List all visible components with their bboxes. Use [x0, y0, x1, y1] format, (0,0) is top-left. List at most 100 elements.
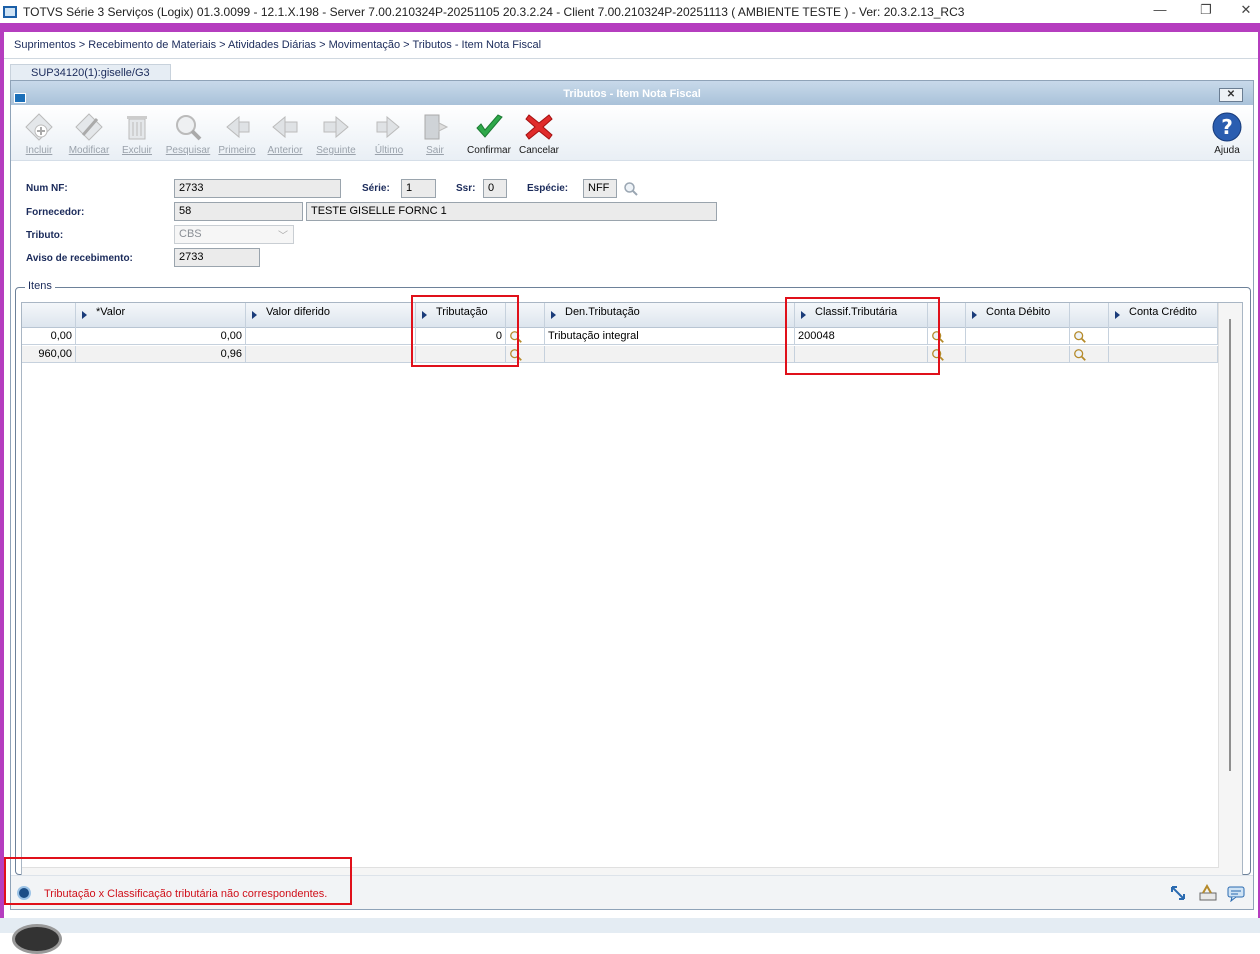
- ssr-label: Ssr:: [456, 183, 476, 194]
- app-icon: [3, 5, 17, 18]
- sort-arrow-icon: [551, 311, 556, 319]
- cell-debito-lookup[interactable]: [1070, 328, 1109, 345]
- first-label: Primeiro: [218, 145, 256, 156]
- first-button[interactable]: Primeiro: [211, 111, 263, 156]
- svg-text:?: ?: [1221, 115, 1233, 139]
- next-button[interactable]: Seguinte: [310, 111, 362, 156]
- last-button[interactable]: Último: [363, 111, 415, 156]
- dialog-title: Tributos - Item Nota Fiscal: [563, 88, 701, 100]
- especie-lookup-icon[interactable]: [623, 181, 639, 197]
- aviso-field[interactable]: 2733: [174, 248, 260, 267]
- cell-valor-diferido[interactable]: [246, 328, 416, 345]
- serie-field[interactable]: 1: [401, 179, 436, 198]
- start-orb-icon[interactable]: [12, 924, 62, 954]
- cell-debito-lookup[interactable]: [1070, 346, 1109, 363]
- fornecedor-label: Fornecedor:: [26, 207, 85, 218]
- chevron-down-icon: ﹀: [278, 231, 288, 242]
- highlight-status-message: [4, 857, 352, 905]
- confirm-button[interactable]: Confirmar: [463, 111, 515, 156]
- cell-first[interactable]: 0,00: [22, 328, 76, 345]
- add-button[interactable]: Incluir: [13, 111, 65, 156]
- tributo-value: CBS: [179, 228, 202, 240]
- previous-label: Anterior: [267, 145, 303, 156]
- breadcrumb: Suprimentos > Recebimento de Materiais >…: [14, 39, 542, 51]
- taskbar-strip: [0, 918, 1260, 954]
- tributo-label: Tributo:: [26, 230, 64, 241]
- serie-label: Série:: [362, 183, 390, 194]
- sort-arrow-icon: [1115, 311, 1120, 319]
- especie-field[interactable]: NFF: [583, 179, 617, 198]
- fornecedor-name-field: TESTE GISELLE FORNC 1: [306, 202, 717, 221]
- exit-button[interactable]: Sair: [409, 111, 461, 156]
- lookup-icon[interactable]: [1073, 348, 1087, 362]
- items-grid: *Valor Valor diferido Tributação Den.Tri…: [21, 302, 1243, 884]
- col-header-valor[interactable]: *Valor: [76, 303, 246, 328]
- exit-icon: [424, 114, 449, 140]
- last-icon: [376, 115, 400, 139]
- check-icon: [476, 114, 503, 138]
- add-label: Incluir: [25, 145, 53, 156]
- message-icon[interactable]: [1227, 884, 1245, 902]
- especie-label: Espécie:: [527, 183, 569, 194]
- session-tab[interactable]: SUP34120(1):giselle/G3: [10, 64, 171, 80]
- aviso-label: Aviso de recebimento:: [26, 253, 133, 264]
- help-button[interactable]: ? Ajuda: [1201, 111, 1253, 156]
- highlight-tributacao: [411, 295, 519, 367]
- col-header-debito-lookup[interactable]: [1070, 303, 1109, 328]
- cell-conta-credito[interactable]: [1109, 328, 1218, 345]
- table-row[interactable]: 0,00 0,00 0 Tributação integral 200048: [22, 328, 1218, 345]
- col-header-conta-debito[interactable]: Conta Débito: [966, 303, 1070, 328]
- delete-button[interactable]: Excluir: [111, 111, 163, 156]
- cell-den-tributacao[interactable]: Tributação integral: [545, 328, 795, 345]
- col-header-den-tributacao[interactable]: Den.Tributação: [545, 303, 795, 328]
- minimize-button[interactable]: —: [1140, 2, 1180, 17]
- num-nf-label: Num NF:: [26, 183, 68, 194]
- col-header-conta-credito[interactable]: Conta Crédito: [1109, 303, 1218, 328]
- cell-valor[interactable]: 0,96: [76, 346, 246, 363]
- items-group-label: Itens: [25, 280, 55, 292]
- cancel-button[interactable]: Cancelar: [513, 111, 565, 156]
- lookup-icon[interactable]: [1073, 330, 1087, 344]
- fornecedor-code-field[interactable]: 58: [174, 202, 303, 221]
- restore-button[interactable]: ❐: [1186, 2, 1226, 18]
- search-button[interactable]: Pesquisar: [162, 111, 214, 156]
- next-label: Seguinte: [316, 145, 356, 156]
- first-icon: [226, 115, 250, 139]
- highlight-classif-tributaria: [785, 297, 940, 375]
- resize-icon[interactable]: [1169, 884, 1187, 902]
- delete-label: Excluir: [121, 145, 152, 156]
- close-window-button[interactable]: ✕: [1226, 2, 1260, 18]
- search-label: Pesquisar: [165, 145, 211, 156]
- vertical-scroll-thumb[interactable]: [1229, 319, 1231, 771]
- confirm-label: Confirmar: [467, 145, 511, 156]
- vertical-scrollbar[interactable]: [1218, 303, 1242, 883]
- edit-icon: [75, 113, 103, 141]
- cell-conta-debito[interactable]: [966, 346, 1070, 363]
- cell-valor[interactable]: 0,00: [76, 328, 246, 345]
- cell-valor-diferido[interactable]: [246, 346, 416, 363]
- help-label: Ajuda: [1214, 145, 1240, 156]
- table-row[interactable]: 960,00 0,96: [22, 346, 1218, 363]
- cell-conta-credito[interactable]: [1109, 346, 1218, 363]
- sort-arrow-icon: [252, 311, 257, 319]
- tributo-select[interactable]: CBS ﹀: [174, 225, 294, 244]
- cancel-icon: [525, 114, 553, 140]
- keyboard-icon[interactable]: [1199, 884, 1217, 902]
- toolbar: Incluir Modificar Excluir Pesquisar Prim…: [11, 105, 1253, 161]
- accent-left: [0, 23, 4, 933]
- previous-button[interactable]: Anterior: [259, 111, 311, 156]
- cell-den-tributacao[interactable]: [545, 346, 795, 363]
- app-title: TOTVS Série 3 Serviços (Logix) 01.3.0099…: [23, 4, 965, 19]
- ssr-field[interactable]: 0: [483, 179, 507, 198]
- edit-button[interactable]: Modificar: [63, 111, 115, 156]
- col-header-valor-diferido[interactable]: Valor diferido: [246, 303, 416, 328]
- cell-first[interactable]: 960,00: [22, 346, 76, 363]
- help-icon: ?: [1212, 112, 1242, 142]
- cell-conta-debito[interactable]: [966, 328, 1070, 345]
- dialog-close-button[interactable]: ✕: [1219, 88, 1243, 102]
- last-label: Último: [374, 145, 404, 156]
- previous-icon: [272, 115, 298, 139]
- next-icon: [323, 115, 349, 139]
- num-nf-field[interactable]: 2733: [174, 179, 341, 198]
- col-header-first[interactable]: [22, 303, 76, 328]
